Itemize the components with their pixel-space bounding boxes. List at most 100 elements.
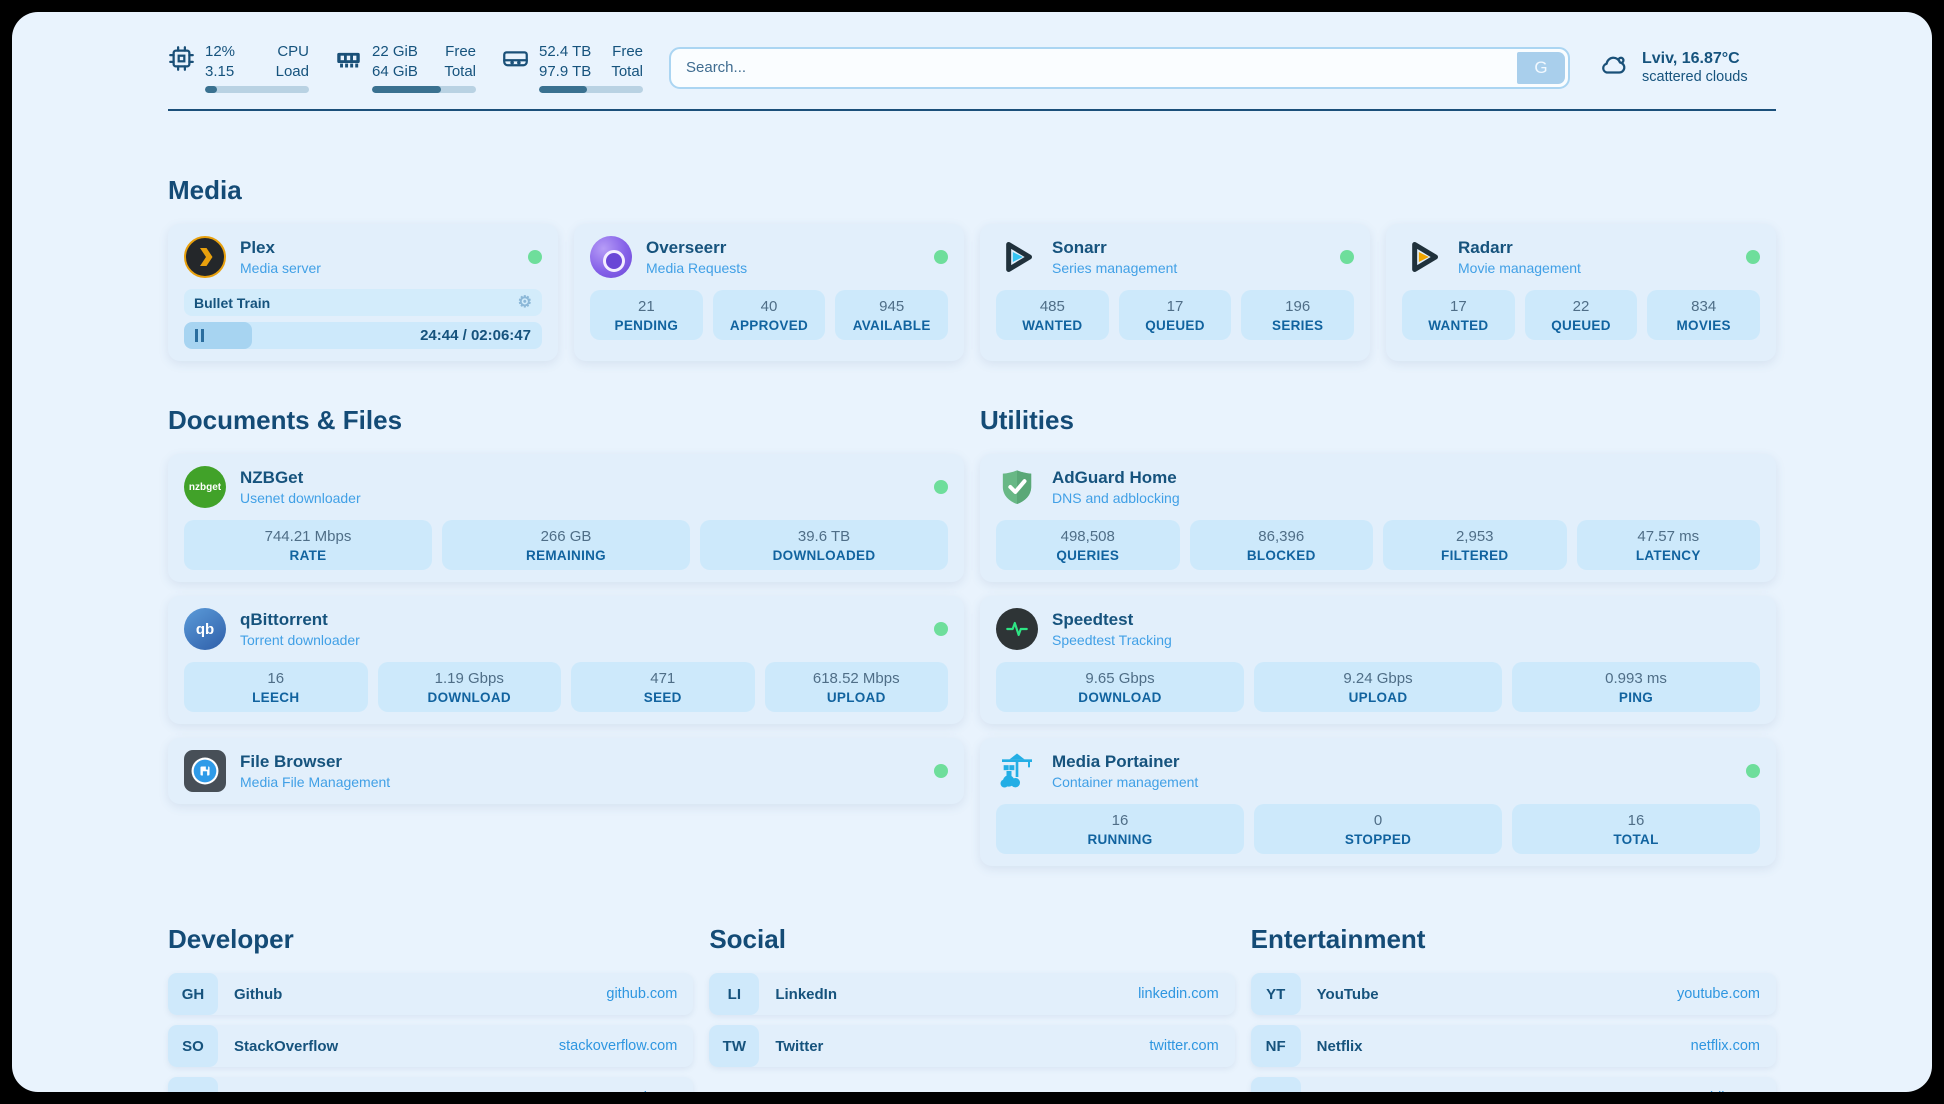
bookmark-youtube[interactable]: YT YouTube youtube.com — [1251, 973, 1776, 1015]
speedtest-icon — [996, 608, 1038, 650]
app-card-qbittorrent[interactable]: qb qBittorrent Torrent downloader 16 LEE… — [168, 596, 964, 724]
app-title: Radarr — [1458, 238, 1581, 258]
now-playing-progress: 24:44 / 02:06:47 — [184, 322, 542, 349]
cloud-icon — [1596, 50, 1630, 85]
cpu-stat-group: 12% 3.15 CPU Load — [168, 42, 309, 93]
stat-wanted: 485 WANTED — [996, 290, 1109, 340]
disk-total-value: 97.9 TB — [539, 62, 591, 82]
stat-rate: 744.21 Mbps RATE — [184, 520, 432, 570]
bookmark-netflix[interactable]: NF Netflix netflix.com — [1251, 1025, 1776, 1067]
app-card-overseerr[interactable]: Overseerr Media Requests 21 PENDING 40 A… — [574, 224, 964, 361]
app-subtitle: Movie management — [1458, 260, 1581, 276]
app-card-speedtest[interactable]: Speedtest Speedtest Tracking 9.65 Gbps D… — [980, 596, 1776, 724]
bookmark-name: StackOverflow — [234, 1038, 338, 1055]
bookmark-stackoverflow[interactable]: SO StackOverflow stackoverflow.com — [168, 1025, 693, 1067]
portainer-icon — [996, 750, 1038, 792]
cpu-load-value: 3.15 — [205, 62, 235, 82]
weather-location-temp: Lviv, 16.87°C — [1642, 50, 1748, 68]
app-subtitle: Media Requests — [646, 260, 747, 276]
radarr-icon — [1402, 236, 1444, 278]
search-engine-button[interactable]: G — [1517, 52, 1565, 84]
adguard-icon — [996, 466, 1038, 508]
bookmark-linkedin[interactable]: LI LinkedIn linkedin.com — [709, 973, 1234, 1015]
now-playing-title: Bullet Train — [194, 295, 270, 311]
bookmark-abbr: LI — [709, 973, 759, 1015]
status-dot — [934, 622, 948, 636]
disk-free-label: Free — [611, 42, 643, 62]
bookmark-url: youtube.com — [1677, 986, 1776, 1002]
overseerr-icon — [590, 236, 632, 278]
app-title: AdGuard Home — [1052, 468, 1180, 488]
section-title-documents: Documents & Files — [168, 405, 964, 436]
stat-upload: 618.52 Mbps UPLOAD — [765, 662, 949, 712]
search-input[interactable] — [674, 52, 1517, 84]
app-title: File Browser — [240, 752, 390, 772]
ram-total-value: 64 GiB — [372, 62, 418, 82]
stat-downloaded: 39.6 TB DOWNLOADED — [700, 520, 948, 570]
stat-movies: 834 MOVIES — [1647, 290, 1760, 340]
bookmark-name: DEV — [234, 1090, 265, 1093]
bookmark-abbr: TW — [709, 1025, 759, 1067]
plex-icon — [184, 236, 226, 278]
bookmark-reddit[interactable]: RE Reddit reddit.com — [1251, 1077, 1776, 1092]
stat-leech: 16 LEECH — [184, 662, 368, 712]
app-subtitle: Series management — [1052, 260, 1177, 276]
bookmark-twitter[interactable]: TW Twitter twitter.com — [709, 1025, 1234, 1067]
now-playing-time: 24:44 / 02:06:47 — [420, 327, 542, 344]
filebrowser-icon — [184, 750, 226, 792]
bookmark-name: Netflix — [1317, 1038, 1363, 1055]
app-subtitle: Container management — [1052, 774, 1198, 790]
bookmark-url: github.com — [606, 986, 693, 1002]
app-title: Overseerr — [646, 238, 747, 258]
bookmark-name: Github — [234, 986, 282, 1003]
gear-icon[interactable]: ⚙ — [518, 295, 532, 311]
stat-queued: 17 QUEUED — [1119, 290, 1232, 340]
app-subtitle: Media server — [240, 260, 321, 276]
now-playing-title-row: Bullet Train ⚙ — [184, 289, 542, 316]
bookmark-abbr: SO — [168, 1025, 218, 1067]
app-card-plex[interactable]: Plex Media server Bullet Train ⚙ 24:44 /… — [168, 224, 558, 361]
ram-free-value: 22 GiB — [372, 42, 418, 62]
app-title: NZBGet — [240, 468, 361, 488]
app-title: qBittorrent — [240, 610, 360, 630]
disk-stat-group: 52.4 TB 97.9 TB Free Total — [502, 42, 643, 93]
app-title: Speedtest — [1052, 610, 1172, 630]
app-card-sonarr[interactable]: Sonarr Series management 485 WANTED 17 Q… — [980, 224, 1370, 361]
bookmark-name: Reddit — [1317, 1090, 1364, 1093]
ram-free-label: Free — [444, 42, 476, 62]
sonarr-icon — [996, 236, 1038, 278]
app-title: Plex — [240, 238, 321, 258]
bookmark-url: linkedin.com — [1138, 986, 1235, 1002]
search-bar: G — [669, 47, 1570, 89]
status-dot — [528, 250, 542, 264]
ram-progress-bar — [372, 86, 476, 93]
app-card-adguard[interactable]: AdGuard Home DNS and adblocking 498,508 … — [980, 454, 1776, 582]
ram-icon — [335, 45, 362, 77]
cpu-label: CPU — [276, 42, 309, 62]
app-subtitle: Torrent downloader — [240, 632, 360, 648]
stat-queued: 22 QUEUED — [1525, 290, 1638, 340]
stat-wanted: 17 WANTED — [1402, 290, 1515, 340]
section-title-social: Social — [709, 924, 1234, 955]
app-card-portainer[interactable]: Media Portainer Container management 16 … — [980, 738, 1776, 866]
app-card-filebrowser[interactable]: File Browser Media File Management — [168, 738, 964, 804]
stat-remaining: 266 GB REMAINING — [442, 520, 690, 570]
app-subtitle: Media File Management — [240, 774, 390, 790]
stat-seed: 471 SEED — [571, 662, 755, 712]
app-title: Media Portainer — [1052, 752, 1198, 772]
app-card-radarr[interactable]: Radarr Movie management 17 WANTED 22 QUE… — [1386, 224, 1776, 361]
status-dot — [934, 250, 948, 264]
stat-total: 16 TOTAL — [1512, 804, 1760, 854]
bookmark-github[interactable]: GH Github github.com — [168, 973, 693, 1015]
cpu-icon — [168, 45, 195, 77]
app-card-nzbget[interactable]: nzbget NZBGet Usenet downloader 744.21 M… — [168, 454, 964, 582]
weather-condition: scattered clouds — [1642, 69, 1748, 85]
pause-icon — [195, 329, 204, 342]
section-title-media: Media — [168, 175, 1776, 206]
stat-available: 945 AVAILABLE — [835, 290, 948, 340]
disk-total-label: Total — [611, 62, 643, 82]
stat-download: 9.65 Gbps DOWNLOAD — [996, 662, 1244, 712]
bookmark-abbr: RE — [1251, 1077, 1301, 1092]
dashboard: 12% 3.15 CPU Load — [12, 12, 1932, 1092]
bookmark-dev[interactable]: DT DEV dev.to — [168, 1077, 693, 1092]
